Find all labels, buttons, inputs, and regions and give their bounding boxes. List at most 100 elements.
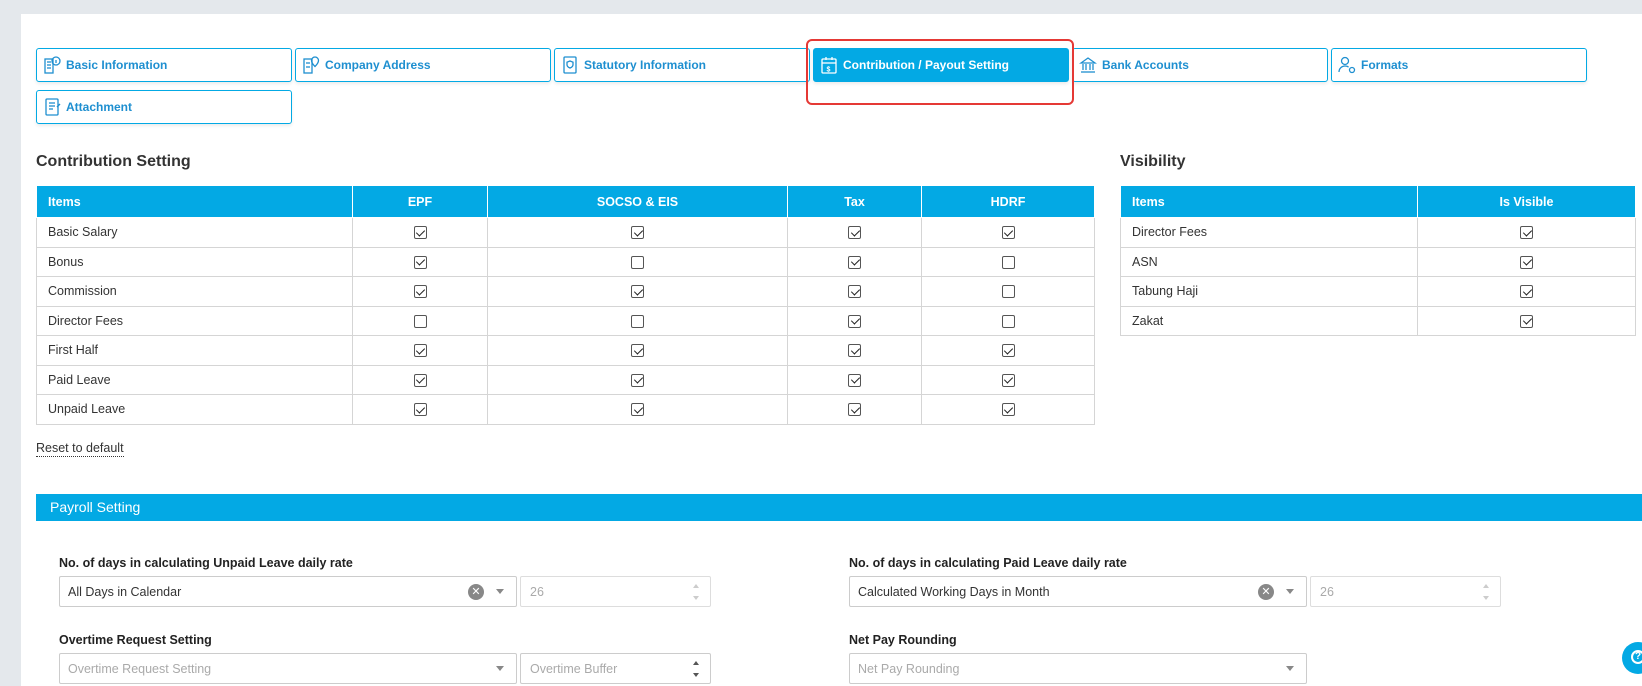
stepper-icon[interactable]	[690, 660, 702, 677]
is-visible-checkbox[interactable]	[1520, 314, 1533, 328]
row-item-label: ASN	[1120, 246, 1418, 277]
unpaid-leave-days-input[interactable]: 26	[520, 576, 711, 607]
socso-checkbox[interactable]	[631, 226, 644, 240]
chevron-down-icon[interactable]	[1286, 666, 1294, 671]
select-value: All Days in Calendar	[68, 584, 182, 599]
chevron-down-icon[interactable]	[1286, 589, 1294, 594]
hdrf-checkbox[interactable]	[1001, 344, 1015, 358]
epf-checkbox[interactable]	[413, 314, 427, 328]
reset-to-default-link[interactable]: Reset to default	[36, 441, 124, 457]
is-visible-checkbox[interactable]	[1520, 226, 1533, 240]
column-header: Is Visible	[1417, 185, 1636, 218]
overtime-buffer-input[interactable]: Overtime Buffer	[520, 653, 711, 684]
cell-socso	[487, 305, 788, 336]
payroll-setting-header: Payroll Setting	[36, 494, 1642, 521]
epf-checkbox[interactable]	[413, 285, 427, 299]
bank-icon	[1079, 55, 1097, 75]
tab-company-address[interactable]: Company Address	[295, 48, 551, 82]
cell-tax	[787, 394, 922, 425]
contribution-table: Items EPF SOCSO & EIS Tax HDRF Basic Sal…	[36, 185, 1095, 425]
socso-checkbox[interactable]	[631, 403, 644, 417]
visibility-table: Items Is Visible Director Fees ASN Tabung …	[1120, 185, 1636, 336]
cell-epf	[352, 217, 488, 248]
cell-hdrf	[921, 246, 1095, 277]
row-item-label: Director Fees	[36, 305, 353, 336]
tax-checkbox[interactable]	[848, 226, 861, 240]
epf-checkbox[interactable]	[413, 344, 427, 358]
hdrf-checkbox[interactable]	[1001, 403, 1015, 417]
tax-checkbox[interactable]	[848, 403, 861, 417]
hdrf-checkbox[interactable]	[1001, 285, 1015, 299]
socso-checkbox[interactable]	[631, 255, 644, 269]
overtime-request-label: Overtime Request Setting	[59, 633, 212, 647]
tab-label: Statutory Information	[584, 58, 706, 72]
table-header-row: Items EPF SOCSO & EIS Tax HDRF	[36, 185, 1095, 218]
epf-checkbox[interactable]	[413, 255, 427, 269]
table-row: Paid Leave	[36, 364, 1095, 395]
table-row: Bonus	[36, 246, 1095, 277]
input-value: 26	[1320, 584, 1334, 599]
row-item-label: Unpaid Leave	[36, 394, 353, 425]
tab-formats[interactable]: Formats	[1331, 48, 1587, 82]
tax-checkbox[interactable]	[848, 344, 861, 358]
paid-leave-days-input[interactable]: 26	[1310, 576, 1501, 607]
hdrf-checkbox[interactable]	[1001, 255, 1015, 269]
epf-checkbox[interactable]	[413, 226, 427, 240]
paid-leave-select[interactable]: Calculated Working Days in Month ✕	[849, 576, 1307, 607]
visibility-title: Visibility	[1120, 153, 1186, 170]
epf-checkbox[interactable]	[413, 403, 427, 417]
epf-checkbox[interactable]	[413, 373, 427, 387]
stepper-icon[interactable]	[690, 583, 702, 600]
table-row: Director Fees	[36, 305, 1095, 336]
chevron-down-icon[interactable]	[496, 589, 504, 594]
select-value: Calculated Working Days in Month	[858, 584, 1050, 599]
is-visible-checkbox[interactable]	[1520, 285, 1533, 299]
stepper-icon[interactable]	[1480, 583, 1492, 600]
hdrf-checkbox[interactable]	[1001, 314, 1015, 328]
cell-hdrf	[921, 394, 1095, 425]
column-header: SOCSO & EIS	[487, 185, 788, 218]
is-visible-checkbox[interactable]	[1520, 255, 1533, 269]
select-placeholder: Overtime Request Setting	[68, 661, 212, 676]
building-info-icon	[43, 55, 61, 75]
tab-label: Company Address	[325, 58, 431, 72]
document-shield-icon	[561, 55, 579, 75]
tax-checkbox[interactable]	[848, 373, 861, 387]
socso-checkbox[interactable]	[631, 285, 644, 299]
tab-label: Attachment	[66, 100, 133, 114]
tax-checkbox[interactable]	[848, 314, 861, 328]
cell-visible	[1417, 217, 1636, 248]
clear-icon[interactable]: ✕	[468, 583, 484, 600]
select-placeholder: Net Pay Rounding	[858, 661, 960, 676]
tab-statutory-information[interactable]: Statutory Information	[554, 48, 810, 82]
hdrf-checkbox[interactable]	[1001, 373, 1015, 387]
hdrf-checkbox[interactable]	[1001, 226, 1015, 240]
cell-epf	[352, 276, 488, 307]
cell-tax	[787, 246, 922, 277]
cell-socso	[487, 246, 788, 277]
overtime-request-select[interactable]: Overtime Request Setting	[59, 653, 517, 684]
tab-basic-information[interactable]: Basic Information	[36, 48, 292, 82]
socso-checkbox[interactable]	[631, 314, 644, 328]
cell-tax	[787, 305, 922, 336]
socso-checkbox[interactable]	[631, 373, 644, 387]
tab-attachment[interactable]: Attachment	[36, 90, 292, 124]
table-row: Unpaid Leave	[36, 394, 1095, 425]
table-row: First Half	[36, 335, 1095, 366]
cell-socso	[487, 335, 788, 366]
clear-icon[interactable]: ✕	[1258, 583, 1274, 600]
cell-epf	[352, 364, 488, 395]
socso-checkbox[interactable]	[631, 344, 644, 358]
tab-bank-accounts[interactable]: Bank Accounts	[1072, 48, 1328, 82]
net-pay-rounding-select[interactable]: Net Pay Rounding	[849, 653, 1307, 684]
table-row: Commission	[36, 276, 1095, 307]
column-header: Tax	[787, 185, 922, 218]
tax-checkbox[interactable]	[848, 255, 861, 269]
cell-tax	[787, 364, 922, 395]
unpaid-leave-select[interactable]: All Days in Calendar ✕	[59, 576, 517, 607]
cell-visible	[1417, 246, 1636, 277]
cell-socso	[487, 217, 788, 248]
tax-checkbox[interactable]	[848, 285, 861, 299]
contribution-title: Contribution Setting	[36, 153, 191, 170]
chevron-down-icon[interactable]	[496, 666, 504, 671]
